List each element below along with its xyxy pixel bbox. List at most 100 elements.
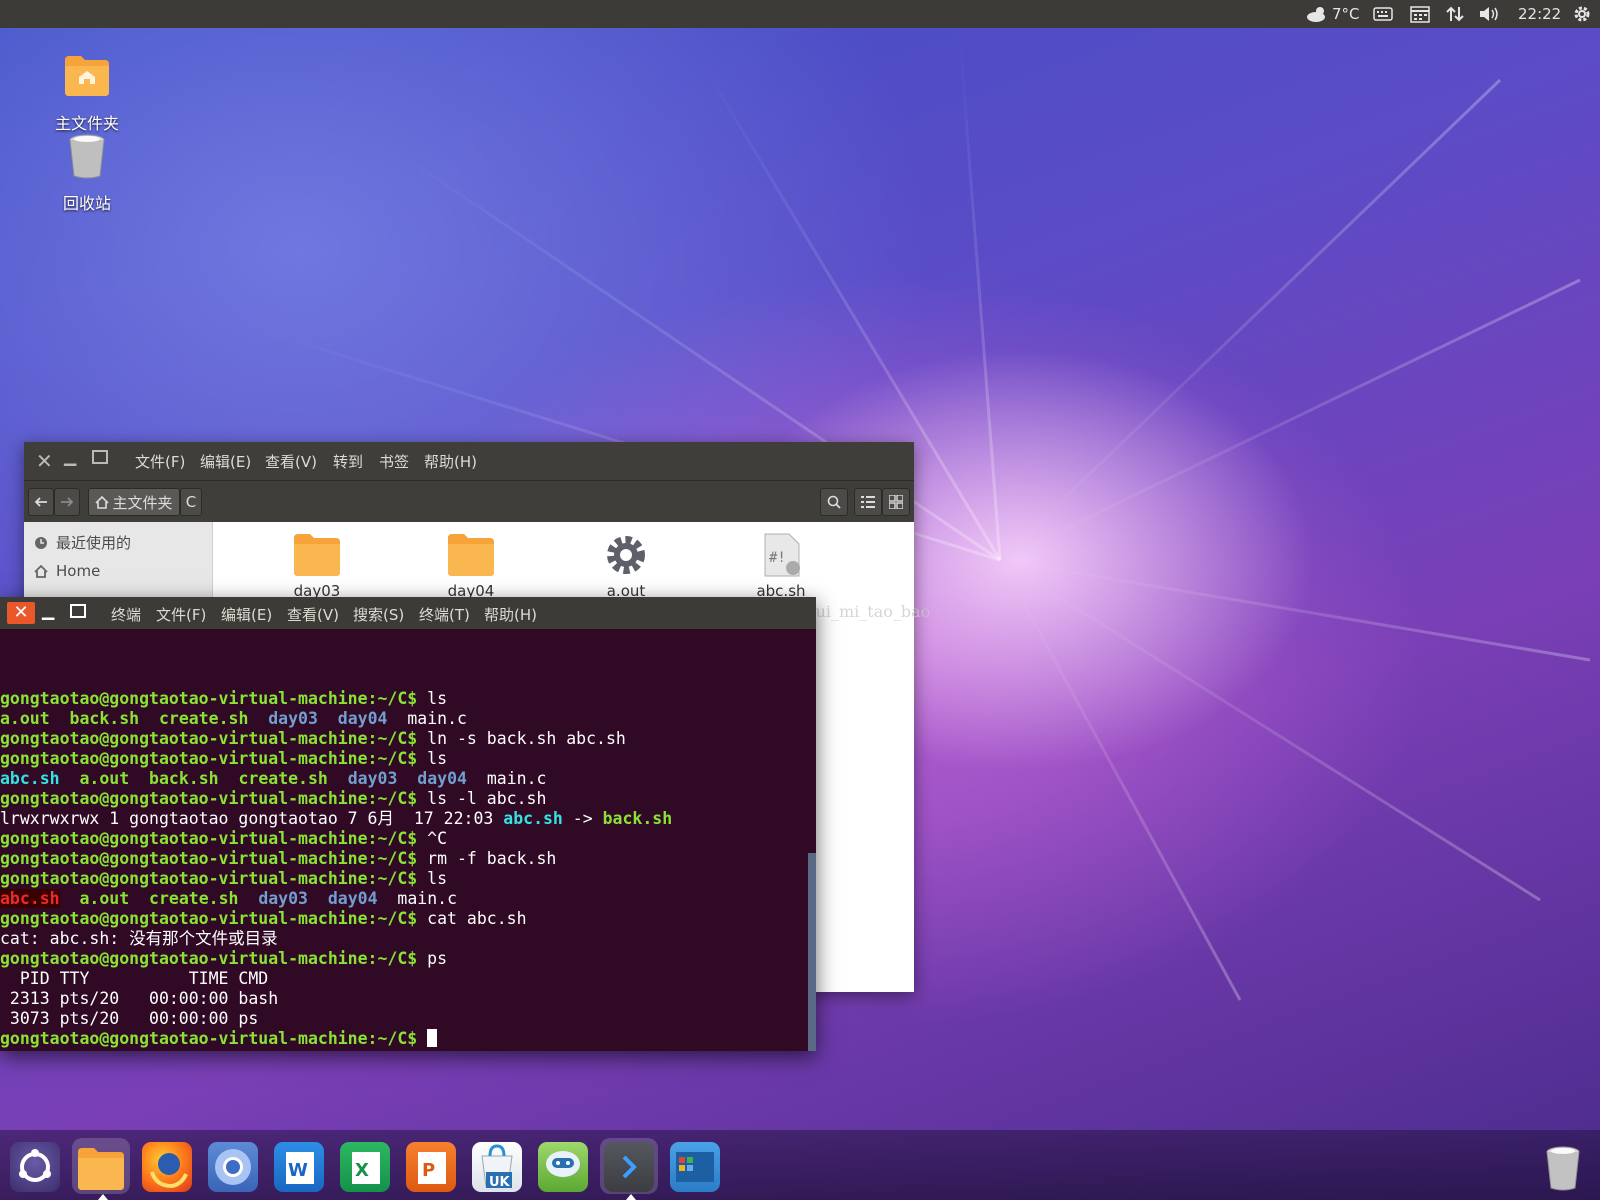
- volume-icon[interactable]: [1478, 3, 1500, 25]
- weather-indicator[interactable]: 7°C: [1306, 3, 1360, 25]
- svg-text:X: X: [355, 1160, 369, 1181]
- terminal-line: a.out back.sh create.sh day03 day04 main…: [0, 709, 467, 728]
- keyboard-icon[interactable]: [1373, 3, 1393, 25]
- maximize-icon[interactable]: [92, 449, 108, 468]
- script-file-icon: #!: [764, 533, 800, 577]
- search-icon: [827, 495, 841, 509]
- fm-menu-help[interactable]: 帮助(H): [424, 451, 477, 472]
- minimize-icon[interactable]: ▁: [64, 447, 76, 466]
- terminal-cursor: [427, 1029, 438, 1047]
- network-updown-icon[interactable]: [1446, 3, 1464, 25]
- gear-executable-icon: [607, 536, 645, 574]
- svg-text:UK: UK: [489, 1175, 511, 1190]
- dock-software-center[interactable]: UK: [468, 1138, 526, 1194]
- terminal-line: abc.sh a.out create.sh day03 day04 main.…: [0, 889, 458, 908]
- terminal-menu-edit[interactable]: 编辑(E): [221, 604, 272, 625]
- running-indicator: [98, 1194, 108, 1200]
- dock-wps-presentation[interactable]: P: [402, 1138, 460, 1194]
- home-icon: [95, 495, 110, 509]
- list-view-icon: [861, 496, 875, 508]
- home-folder-icon: [65, 56, 109, 96]
- maximize-icon[interactable]: [70, 603, 86, 622]
- running-indicator: [626, 1194, 636, 1200]
- terminal-output[interactable]: gongtaotao@gongtaotao-virtual-machine:~/…: [0, 629, 808, 1051]
- terminal-line: gongtaotao@gongtaotao-virtual-machine:~/…: [0, 909, 527, 928]
- file-item-a-out[interactable]: a.out: [566, 532, 686, 600]
- dock: W X P UK: [0, 1130, 1600, 1200]
- cloud-sun-icon: [1307, 7, 1325, 22]
- file-item-day03[interactable]: day03: [257, 532, 377, 600]
- terminal-titlebar: ✕ ▁ 终端 文件(F) 编辑(E) 查看(V) 搜索(S) 终端(T) 帮助(…: [0, 597, 816, 629]
- dock-ubuntu-logo[interactable]: [6, 1138, 64, 1194]
- minimize-icon[interactable]: ▁: [42, 601, 54, 620]
- search-button[interactable]: [820, 488, 848, 516]
- ubuntu-kylin-software-center-icon: UK: [472, 1142, 522, 1192]
- top-panel: 7°C 22:22: [0, 0, 1600, 28]
- dock-wps-spreadsheets[interactable]: X: [336, 1138, 394, 1194]
- terminal-line: gongtaotao@gongtaotao-virtual-machine:~/…: [0, 949, 448, 968]
- svg-text:W: W: [288, 1160, 308, 1181]
- fm-toolbar: 主文件夹 C: [24, 480, 914, 523]
- desktop-home-folder[interactable]: 主文件夹: [37, 50, 137, 134]
- wps-writer-icon: W: [274, 1142, 324, 1192]
- fm-menu-file[interactable]: 文件(F): [135, 451, 185, 472]
- close-icon[interactable]: ✕: [7, 602, 35, 624]
- folder-icon: [294, 534, 340, 576]
- fm-menu-go[interactable]: 转到: [333, 451, 363, 472]
- terminal-scrollbar[interactable]: [808, 853, 816, 1051]
- desktop-trash[interactable]: 回收站: [37, 130, 137, 214]
- sidebar-item-home[interactable]: Home: [34, 562, 100, 580]
- terminal-window: ✕ ▁ 终端 文件(F) 编辑(E) 查看(V) 搜索(S) 终端(T) 帮助(…: [0, 597, 816, 1051]
- breadcrumb-child[interactable]: C: [180, 488, 202, 516]
- dock-trash[interactable]: [1534, 1138, 1592, 1194]
- clock-label[interactable]: 22:22: [1518, 3, 1561, 25]
- file-item-abc-sh[interactable]: #! abc.sh: [721, 532, 841, 600]
- forward-button[interactable]: [54, 488, 80, 516]
- breadcrumb-home[interactable]: 主文件夹: [88, 488, 180, 516]
- back-button[interactable]: [28, 488, 54, 516]
- terminal-line: gongtaotao@gongtaotao-virtual-machine:~/…: [0, 749, 448, 768]
- trash-icon: [69, 134, 105, 179]
- trash-icon: [1538, 1142, 1588, 1192]
- terminal-menu-search[interactable]: 搜索(S): [353, 604, 404, 625]
- terminal-line: gongtaotao@gongtaotao-virtual-machine:~/…: [0, 1029, 808, 1049]
- sidebar-item-label: Home: [56, 562, 101, 580]
- arrow-left-icon: [34, 497, 47, 507]
- terminal-menu-file[interactable]: 文件(F): [156, 604, 206, 625]
- desktop-icon-label: 回收站: [62, 194, 111, 213]
- terminal-menu-view[interactable]: 查看(V): [287, 604, 339, 625]
- dock-terminal[interactable]: [600, 1138, 658, 1200]
- list-view-button[interactable]: [854, 488, 882, 516]
- calendar-icon[interactable]: [1410, 3, 1430, 25]
- dock-workspace-switcher[interactable]: [666, 1138, 724, 1194]
- terminal-line: gongtaotao@gongtaotao-virtual-machine:~/…: [0, 689, 448, 708]
- terminal-line: gongtaotao@gongtaotao-virtual-machine:~/…: [0, 789, 547, 808]
- dock-firefox[interactable]: [138, 1138, 196, 1194]
- terminal-menu-terminal[interactable]: 终端(T): [419, 604, 470, 625]
- dock-chromium[interactable]: [204, 1138, 262, 1194]
- terminal-icon: [604, 1142, 654, 1192]
- dock-wps-writer[interactable]: W: [270, 1138, 328, 1194]
- terminal-menu-help[interactable]: 帮助(H): [484, 604, 537, 625]
- terminal-line: lrwxrwxrwx 1 gongtaotao gongtaotao 7 6月 …: [0, 809, 673, 828]
- home-icon: [34, 564, 48, 578]
- file-item-day04[interactable]: day04: [411, 532, 531, 600]
- fm-menu-edit[interactable]: 编辑(E): [200, 451, 251, 472]
- sidebar-item-recent[interactable]: 最近使用的: [34, 532, 131, 553]
- svg-text:#!: #!: [769, 550, 786, 566]
- fm-titlebar: ✕ ▁ 文件(F) 编辑(E) 查看(V) 转到 书签 帮助(H): [24, 442, 914, 480]
- fm-menu-view[interactable]: 查看(V): [265, 451, 317, 472]
- files-icon: [76, 1142, 126, 1192]
- grid-view-button[interactable]: [882, 488, 910, 516]
- arrow-right-icon: [61, 497, 74, 507]
- dock-files[interactable]: [72, 1138, 130, 1200]
- gear-icon[interactable]: [1572, 3, 1592, 25]
- terminal-line: 2313 pts/20 00:00:00 bash: [0, 989, 279, 1008]
- terminal-app-menu[interactable]: 终端: [111, 604, 141, 625]
- close-icon[interactable]: ✕: [36, 449, 53, 473]
- dock-assistant[interactable]: [534, 1138, 592, 1194]
- fm-menu-bookmarks[interactable]: 书签: [379, 451, 409, 472]
- breadcrumb-label: 主文件夹: [112, 493, 173, 512]
- folder-icon: [448, 534, 494, 576]
- terminal-line: gongtaotao@gongtaotao-virtual-machine:~/…: [0, 869, 448, 888]
